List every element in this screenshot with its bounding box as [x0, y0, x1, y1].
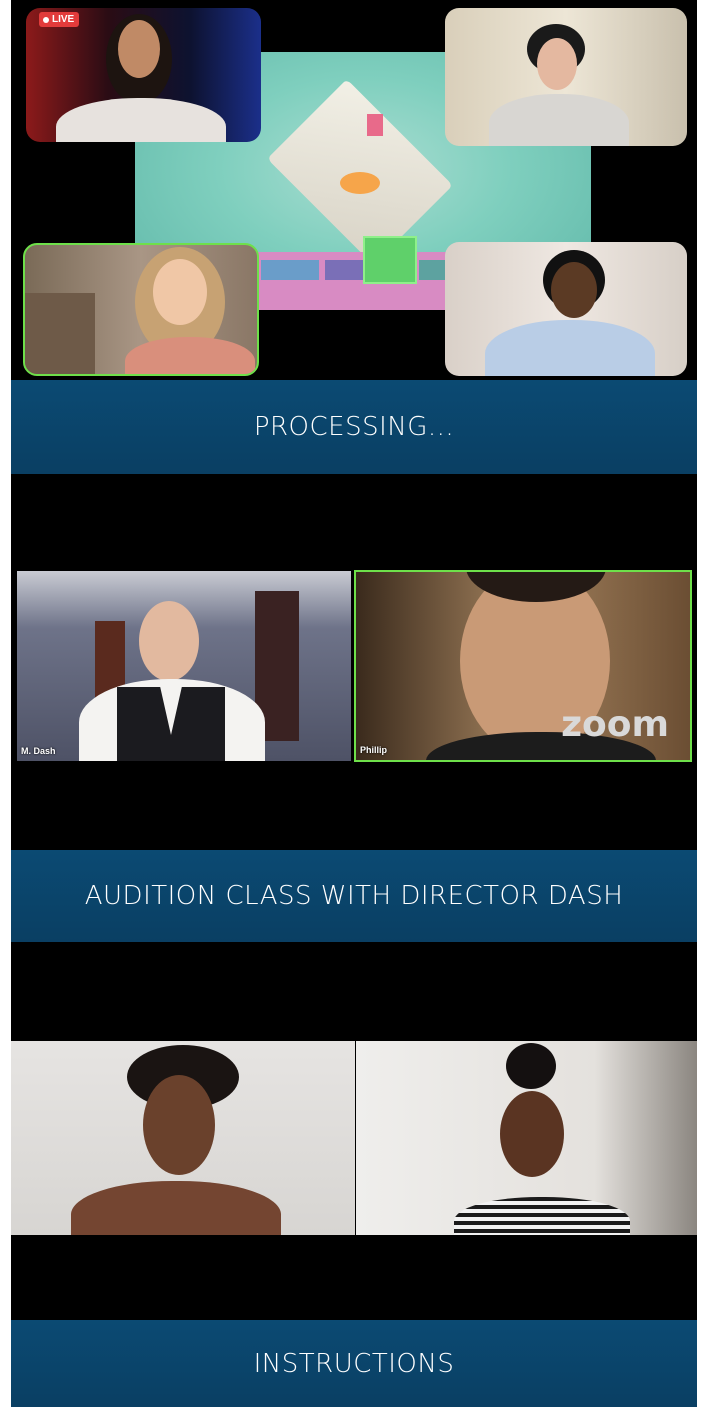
webcam-tile-player-1: [445, 8, 687, 146]
caption-text: INSTRUCTIONS: [253, 1348, 455, 1379]
torso: [489, 94, 629, 146]
webcam-tile-player-3: [445, 242, 687, 376]
webcam-tile-streamer: [26, 8, 261, 142]
participant-name: M. Dash: [21, 746, 56, 756]
live-badge: LIVE: [39, 12, 80, 27]
game-card: [363, 236, 417, 284]
live-dot-icon: [43, 16, 49, 23]
caption-text: AUDITION CLASS WITH DIRECTOR DASH: [84, 881, 624, 911]
face: [537, 38, 577, 90]
face: [118, 20, 160, 78]
live-label: LIVE: [52, 14, 75, 25]
caption-processing: PROCESSING...: [11, 380, 697, 474]
video-tile-left: [11, 1041, 355, 1235]
caption-text: PROCESSING...: [253, 412, 455, 442]
zoom-logo: zoom: [561, 704, 669, 745]
face: [551, 262, 597, 318]
participant-name: Phillip: [360, 745, 387, 755]
stream-panel: LIVE: [11, 0, 697, 380]
striped-top: [454, 1197, 630, 1235]
torso: [125, 337, 255, 374]
face: [153, 259, 207, 325]
video-panel: [11, 942, 697, 1320]
game-token: [340, 172, 380, 194]
face: [139, 601, 199, 681]
torso: [56, 98, 226, 142]
video-tile-m-dash: M. Dash: [17, 571, 351, 761]
caption-audition-class: AUDITION CLASS WITH DIRECTOR DASH: [11, 850, 697, 942]
dresser: [25, 293, 95, 374]
torso: [485, 320, 655, 376]
webcam-tile-player-2: [23, 243, 259, 376]
face: [143, 1075, 215, 1175]
video-tile-right: [356, 1041, 697, 1235]
shoulders: [71, 1181, 281, 1235]
game-card: [261, 260, 319, 280]
game-token: [367, 114, 383, 136]
caption-instructions: INSTRUCTIONS: [11, 1320, 697, 1407]
face: [500, 1091, 564, 1177]
zoom-panel: M. Dash Phillip zoom: [11, 474, 697, 850]
hair-bun: [506, 1043, 556, 1089]
